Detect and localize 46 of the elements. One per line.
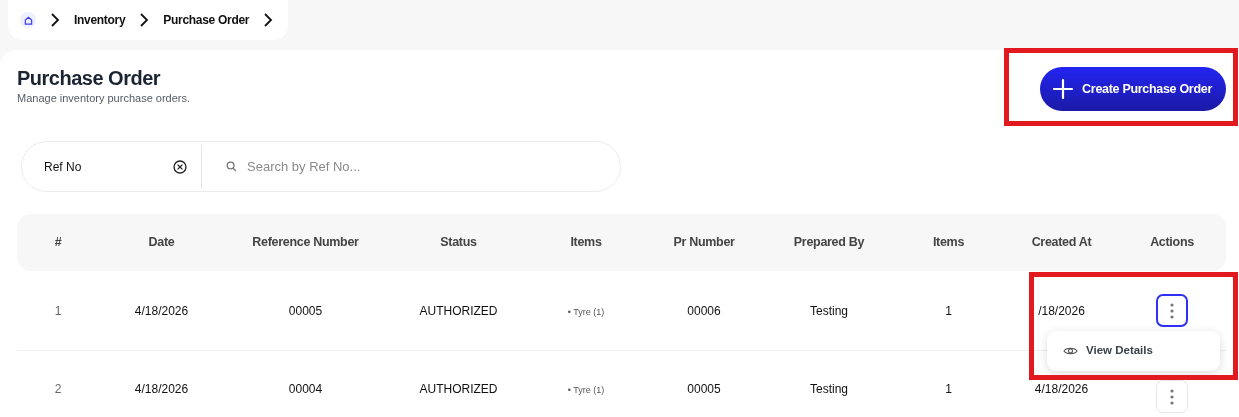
column-header: Items xyxy=(570,235,602,250)
table-cell: 00005 xyxy=(288,303,323,318)
eye-icon xyxy=(1063,346,1078,356)
breadcrumb-link[interactable]: Inventory xyxy=(74,11,126,29)
create-button[interactable]: Create Purchase Order xyxy=(1040,67,1226,111)
page-subtitle: Manage inventory purchase orders. xyxy=(17,91,191,106)
kebab-icon xyxy=(1170,388,1174,405)
menu-item[interactable]: View Details xyxy=(1086,342,1153,360)
table-cell: 1 xyxy=(945,382,952,396)
item-entry: • Tyre (1) xyxy=(567,385,605,395)
table-cell: 2 xyxy=(54,382,62,396)
column-header: Status xyxy=(440,235,477,250)
clear-icon[interactable] xyxy=(173,159,187,174)
table-cell: Testing xyxy=(810,303,848,318)
table-cell: /18/2026 xyxy=(1038,303,1085,318)
column-header: # xyxy=(54,235,62,250)
search-icon xyxy=(226,161,237,172)
table-cell: AUTHORIZED xyxy=(419,303,498,318)
column-header: Date xyxy=(148,235,175,250)
column-header: Prepared By xyxy=(793,235,865,250)
page-title: Purchase Order xyxy=(17,66,162,90)
column-header: Created At xyxy=(1031,235,1092,250)
table-cell: 00005 xyxy=(687,382,721,396)
item-entry: • Tyre (1) xyxy=(567,306,605,317)
table-cell: 1 xyxy=(945,303,952,318)
more-options-button[interactable] xyxy=(1156,294,1188,327)
column-header: Reference Number xyxy=(252,235,359,250)
filter-select[interactable]: Ref No xyxy=(22,144,202,189)
table-cell: 4/18/2026 xyxy=(134,303,189,318)
chevron-icon xyxy=(50,13,60,27)
table-cell: 00004 xyxy=(288,382,323,396)
plus-icon xyxy=(1052,78,1075,100)
chevron-icon xyxy=(263,13,274,27)
table-cell: 4/18/2026 xyxy=(1034,382,1089,396)
table-cell: 1 xyxy=(54,303,62,318)
table-cell: 00006 xyxy=(687,303,721,318)
column-header: Pr Number xyxy=(673,235,735,250)
kebab-icon xyxy=(1170,302,1174,319)
table-cell: Testing xyxy=(810,382,848,396)
column-header: Items xyxy=(932,235,965,250)
home-icon[interactable] xyxy=(20,12,36,28)
chevron-icon xyxy=(139,13,150,27)
table-cell: 4/18/2026 xyxy=(134,382,189,396)
breadcrumb-link[interactable]: Purchase Order xyxy=(163,11,250,29)
table-cell: AUTHORIZED xyxy=(419,382,498,396)
column-header: Actions xyxy=(1150,235,1194,250)
